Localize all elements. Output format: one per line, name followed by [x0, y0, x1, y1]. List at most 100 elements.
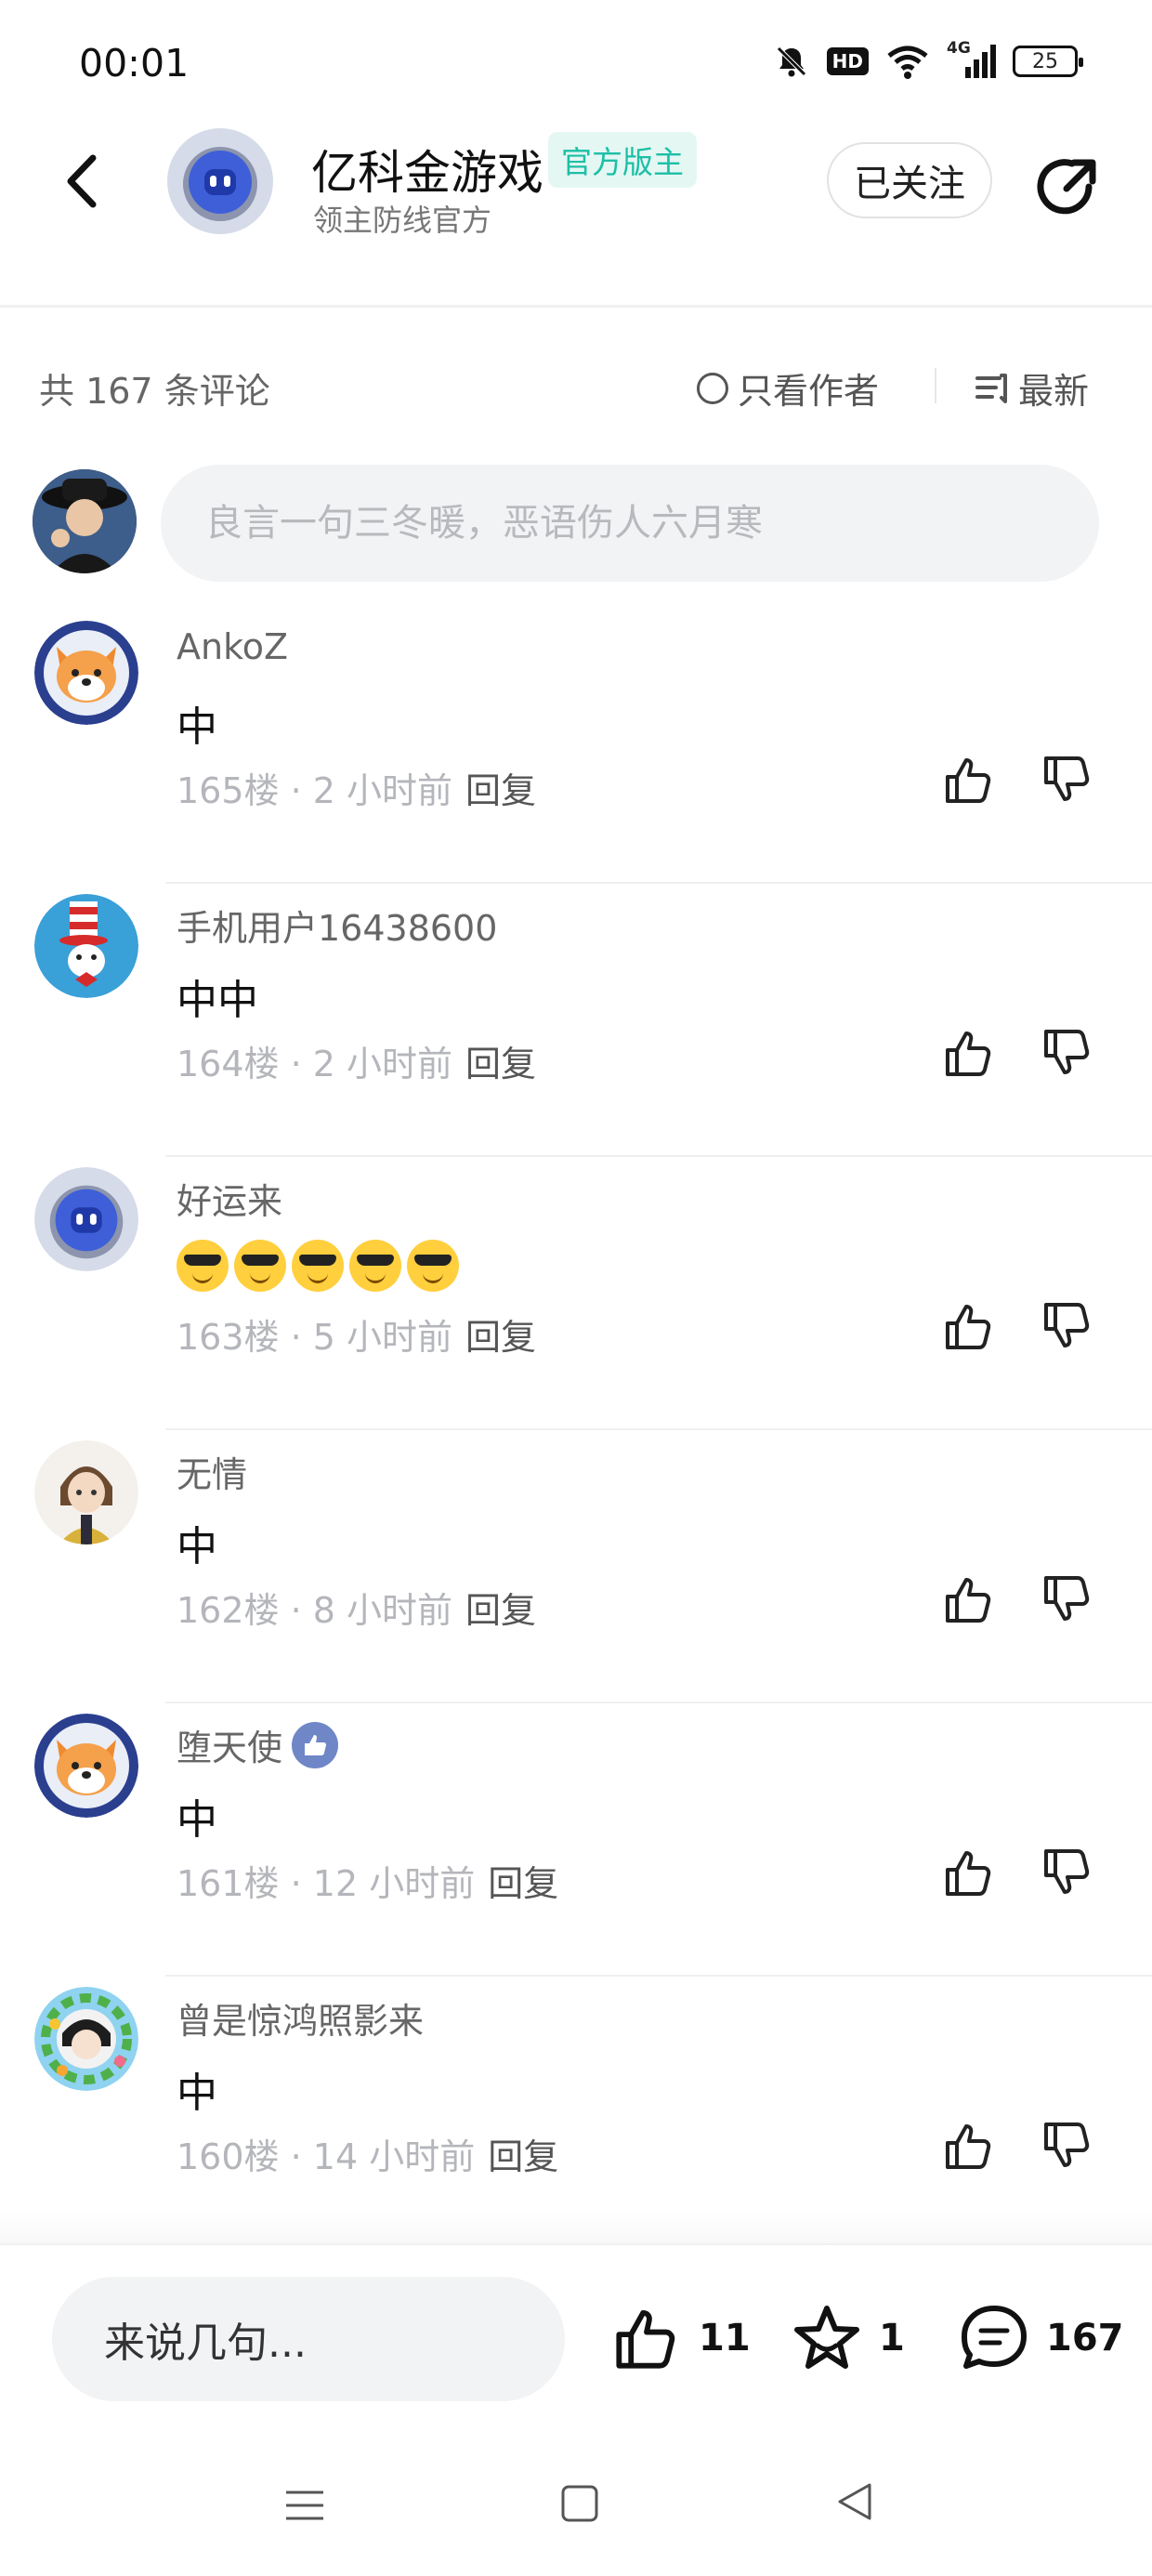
comment-floor-time: 164楼 · 2 小时前: [177, 1044, 453, 1084]
thumbs-up-icon[interactable]: [940, 1844, 998, 1901]
avatar[interactable]: [167, 128, 273, 234]
comment-input[interactable]: [161, 465, 1099, 582]
cool-face-emoji-icon: [177, 1240, 229, 1292]
comment-item: 无情 中 162楼 · 8 小时前 回复: [0, 1440, 1152, 1714]
status-icons: HD 4G 25: [773, 39, 1083, 80]
thumbs-up-icon[interactable]: [940, 1571, 998, 1628]
my-avatar[interactable]: [33, 469, 137, 573]
favorite-button[interactable]: 1: [790, 2301, 905, 2375]
radio-icon: [697, 372, 728, 404]
comment-meta: 164楼 · 2 小时前 回复: [177, 1035, 536, 1086]
comment-floor-time: 165楼 · 2 小时前: [177, 770, 453, 811]
comment-text: 中中: [177, 977, 258, 1024]
comment-item: 手机用户16438600 中中 164楼 · 2 小时前 回复: [0, 894, 1152, 1167]
back-nav-icon[interactable]: [832, 2479, 877, 2524]
robot-avatar-icon: [34, 1167, 138, 1271]
cool-face-emoji-icon: [234, 1240, 286, 1292]
hd-badge: HD: [826, 47, 869, 75]
thumbs-down-icon[interactable]: [1039, 1024, 1096, 1082]
comment-user[interactable]: 手机用户16438600: [177, 900, 497, 951]
avatar[interactable]: [34, 1714, 138, 1818]
avatar[interactable]: [34, 1987, 138, 2091]
comments-button[interactable]: 167: [957, 2301, 1124, 2375]
comment-count: 共 167 条评论: [39, 371, 270, 412]
thumbs-down-icon[interactable]: [1039, 1844, 1096, 1901]
comment-divider: [165, 1975, 1152, 1977]
reply-button[interactable]: 回复: [465, 1044, 536, 1084]
mute-bell-icon: [776, 46, 806, 77]
star-icon: [794, 2306, 859, 2369]
avatar[interactable]: [34, 894, 138, 998]
thumbs-up-icon[interactable]: [940, 2117, 998, 2175]
comment-divider: [165, 1428, 1152, 1430]
thumbs-up-badge-icon: [292, 1721, 339, 1768]
author-only-toggle[interactable]: 只看作者: [697, 362, 879, 414]
reply-button[interactable]: 回复: [488, 1863, 558, 1904]
battery-icon: 25: [1013, 46, 1083, 77]
robot-avatar-icon: [167, 128, 273, 234]
status-time: 00:01: [79, 41, 190, 85]
network-label: 4G: [947, 39, 971, 58]
comment-bubble-icon: [962, 2306, 1027, 2369]
cool-face-emoji-icon: [292, 1240, 344, 1292]
comment-emoji-row: [177, 1240, 459, 1292]
home-nav-icon[interactable]: [557, 2481, 602, 2526]
like-button[interactable]: 11: [609, 2301, 751, 2375]
shiba-avatar-icon: [34, 1714, 138, 1818]
share-icon[interactable]: [1031, 151, 1102, 222]
cool-face-emoji-icon: [349, 1240, 401, 1292]
header-divider: [0, 305, 1152, 308]
sort-icon: [975, 373, 1007, 403]
cat-in-hat-avatar-icon: [34, 894, 138, 998]
thumbs-up-icon[interactable]: [940, 1024, 998, 1082]
reply-button[interactable]: 回复: [465, 1317, 536, 1358]
comment-divider: [165, 1155, 1152, 1157]
anime-girl-avatar-icon: [34, 1440, 138, 1544]
comment-user[interactable]: 好运来: [177, 1173, 282, 1224]
subtitle: 领主防线官方: [313, 203, 492, 238]
comment-meta: 160楼 · 14 小时前 回复: [177, 2128, 558, 2179]
sort-button[interactable]: 最新: [974, 362, 1089, 414]
comment-user[interactable]: 堕天使: [177, 1719, 282, 1770]
toolbar-separator: [935, 368, 936, 403]
avatar[interactable]: [34, 1440, 138, 1544]
cool-face-emoji-icon: [407, 1240, 459, 1292]
comment-floor-time: 162楼 · 8 小时前: [177, 1590, 453, 1631]
thumbs-up-icon[interactable]: [940, 1297, 998, 1355]
comment-user[interactable]: 曾是惊鸿照影来: [177, 1992, 424, 2044]
comment-floor-time: 161楼 · 12 小时前: [177, 1863, 476, 1904]
comment-text: 中: [177, 1523, 217, 1571]
official-badge: 官方版主: [548, 132, 697, 188]
thumbs-down-icon[interactable]: [1039, 2117, 1096, 2175]
comment-user[interactable]: 无情: [177, 1446, 247, 1497]
like-count: 11: [699, 2317, 751, 2359]
comment-text: 中: [177, 2070, 217, 2117]
author-only-label: 只看作者: [738, 371, 880, 412]
sort-label: 最新: [1018, 371, 1090, 412]
comment-item: 好运来 163楼 · 5 小时前 回复: [0, 1167, 1152, 1440]
comment-meta: 161楼 · 12 小时前 回复: [177, 1855, 558, 1906]
comment-floor-time: 160楼 · 14 小时前: [177, 2136, 476, 2177]
shiba-avatar-icon: [34, 621, 138, 725]
reply-input[interactable]: 来说几句...: [52, 2277, 565, 2401]
follow-button[interactable]: 已关注: [827, 142, 992, 218]
comment-text: 中: [177, 703, 217, 751]
avatar[interactable]: [34, 1167, 138, 1271]
back-arrow-icon[interactable]: [56, 149, 111, 214]
reply-button[interactable]: 回复: [488, 2136, 558, 2177]
comments-count: 167: [1046, 2317, 1124, 2359]
comment-item: AnkoZ 中 165楼 · 2 小时前 回复: [0, 621, 1152, 894]
comment-user[interactable]: AnkoZ: [177, 626, 288, 667]
comment-meta: 162楼 · 8 小时前 回复: [177, 1582, 536, 1633]
avatar[interactable]: [34, 621, 138, 725]
thumbs-down-icon[interactable]: [1039, 1571, 1096, 1628]
thumbs-up-icon[interactable]: [940, 751, 998, 808]
signal-icon: 4G: [947, 39, 996, 78]
thumbs-down-icon[interactable]: [1039, 751, 1096, 808]
menu-nav-icon[interactable]: [282, 2483, 327, 2528]
favorite-count: 1: [879, 2317, 905, 2359]
reply-button[interactable]: 回复: [465, 1590, 536, 1631]
thumbs-down-icon[interactable]: [1039, 1297, 1096, 1355]
reply-button[interactable]: 回复: [465, 770, 536, 811]
page-title: 亿科金游戏: [311, 146, 543, 200]
